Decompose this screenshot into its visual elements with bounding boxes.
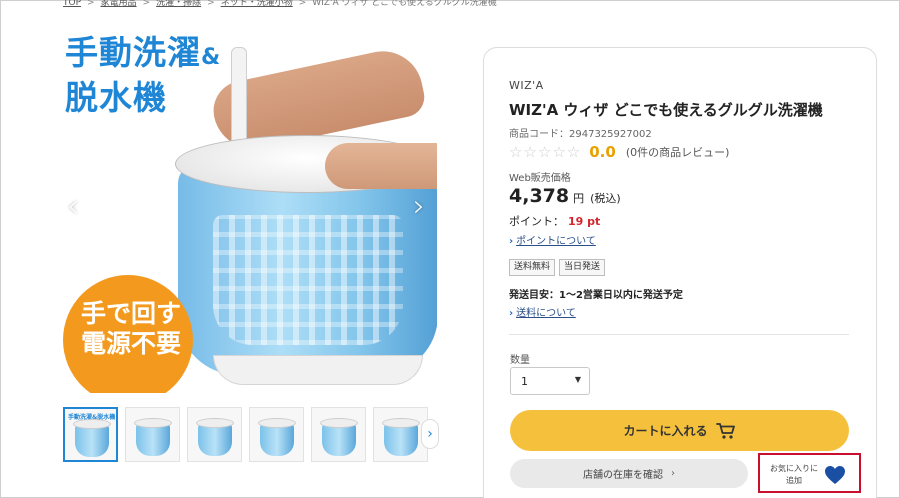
promo-title-line1: 手動洗濯 xyxy=(65,33,201,72)
price-row: 4,378 円 (税込) xyxy=(509,185,621,207)
promo-badge-line1: 手で回す xyxy=(80,299,181,328)
cart-icon xyxy=(715,422,735,439)
tag-free-shipping: 送料無料 xyxy=(509,259,556,276)
promo-badge-text: 手で回す 電源不要 xyxy=(71,299,191,359)
thumbnail-next-icon[interactable]: › xyxy=(421,419,439,449)
favorites-label-line1: お気に入りに xyxy=(770,464,818,473)
check-store-stock-label: 店舗の在庫を確認 xyxy=(583,470,663,481)
promo-badge-line2: 電源不要 xyxy=(80,329,181,358)
points-label: ポイント： xyxy=(509,215,564,228)
product-tags: 送料無料 当日発送 xyxy=(509,259,606,276)
breadcrumb-link-appliances[interactable]: 家電用品 xyxy=(101,0,137,8)
chevron-right-icon: › xyxy=(509,308,514,319)
quantity-label: 数量 xyxy=(510,355,530,366)
hand-illustration xyxy=(325,143,437,189)
thumbnail-lid-image xyxy=(382,418,420,428)
thumbnail-lid-image xyxy=(73,419,111,429)
rating-stars-icon: ☆☆☆☆☆ xyxy=(509,143,582,161)
breadcrumb-separator: > xyxy=(298,0,307,8)
tag-same-day-shipping: 当日発送 xyxy=(559,259,606,276)
thumbnail-5[interactable] xyxy=(311,407,366,462)
favorites-label-line2: 追加 xyxy=(786,476,802,485)
thumbnail-3[interactable] xyxy=(187,407,242,462)
shipping-info-link[interactable]: › 送料について xyxy=(509,304,576,319)
product-title: WIZ'A ウィザ どこでも使えるグルグル洗濯機 xyxy=(509,101,823,119)
promo-title: 手動洗濯& 脱水機 xyxy=(65,33,221,118)
breadcrumb-current: WIZ'A ウィザ どこでも使えるグルグル洗濯機 xyxy=(312,0,497,8)
breadcrumb: TOP > 家電用品 > 洗濯・掃除 > ネット・洗濯小物 > WIZ'A ウィザ どこでも使え… xyxy=(63,0,497,9)
thumbnail-1[interactable]: 手動洗濯&脱水機 xyxy=(63,407,118,462)
promo-title-line2: 脱水機 xyxy=(65,78,167,117)
add-to-cart-button[interactable]: カートに入れる xyxy=(510,410,849,451)
brand-name[interactable]: WIZ'A xyxy=(509,79,544,92)
rating-row: ☆☆☆☆☆ 0.0 (0件の商品レビュー) xyxy=(509,142,729,162)
breadcrumb-separator: > xyxy=(142,0,151,8)
thumbnail-lid-image xyxy=(196,418,234,428)
price-unit: 円 xyxy=(573,192,585,205)
thumbnail-lid-image xyxy=(258,418,296,428)
breadcrumb-link-laundry-goods[interactable]: ネット・洗濯小物 xyxy=(221,0,293,8)
washer-basket-illustration xyxy=(213,215,403,345)
thumbnail-2[interactable] xyxy=(125,407,180,462)
check-store-stock-button[interactable]: 店舗の在庫を確認 › xyxy=(510,459,748,488)
crank-handle-illustration xyxy=(231,47,247,149)
rating-value: 0.0 xyxy=(589,143,616,161)
points-value: 19 pt xyxy=(568,215,601,228)
washer-base-illustration xyxy=(213,355,423,385)
breadcrumb-link-laundry[interactable]: 洗濯・掃除 xyxy=(156,0,201,8)
breadcrumb-separator: > xyxy=(207,0,215,8)
breadcrumb-link-top[interactable]: TOP xyxy=(63,0,81,8)
quantity-value: 1 xyxy=(521,375,528,388)
product-code: 商品コード：2947325927002 xyxy=(509,129,652,140)
price-value: 4,378 xyxy=(509,185,570,207)
quantity-select[interactable]: 1 ▼ xyxy=(510,367,590,395)
thumbnail-4[interactable] xyxy=(249,407,304,462)
breadcrumb-separator: > xyxy=(87,0,95,8)
product-main-image[interactable]: 手動洗濯& 脱水機 手で回す 電源不要 xyxy=(63,25,437,393)
caret-down-icon: ▼ xyxy=(574,375,581,384)
divider xyxy=(509,334,849,335)
gallery-next-icon[interactable]: › xyxy=(413,189,425,224)
promo-title-amp: & xyxy=(201,45,222,70)
shipping-estimate: 発送目安：1〜2営業日以内に発送予定 xyxy=(509,290,683,301)
points-info-link[interactable]: › ポイントについて xyxy=(509,232,596,247)
gallery-prev-icon[interactable]: ‹ xyxy=(67,189,79,224)
thumbnail-lid-image xyxy=(134,418,172,428)
chevron-right-icon: › xyxy=(671,468,675,479)
review-count-link[interactable]: (0件の商品レビュー) xyxy=(626,144,730,160)
thumbnail-lid-image xyxy=(320,418,358,428)
add-to-favorites-button[interactable]: お気に入りに 追加 xyxy=(758,453,861,493)
price-label: Web販売価格 xyxy=(509,173,571,184)
chevron-right-icon: › xyxy=(509,236,514,247)
points-info-link-label: ポイントについて xyxy=(516,236,596,247)
thumbnail-6[interactable] xyxy=(373,407,428,462)
points-row: ポイント： 19 pt xyxy=(509,213,600,229)
shipping-info-link-label: 送料について xyxy=(516,308,576,319)
add-to-cart-label: カートに入れる xyxy=(623,424,708,438)
thumbnail-strip: 手動洗濯&脱水機 xyxy=(63,407,443,465)
favorites-label: お気に入りに 追加 xyxy=(766,463,822,487)
price-tax-note: (税込) xyxy=(590,192,621,205)
heart-icon xyxy=(825,466,845,484)
